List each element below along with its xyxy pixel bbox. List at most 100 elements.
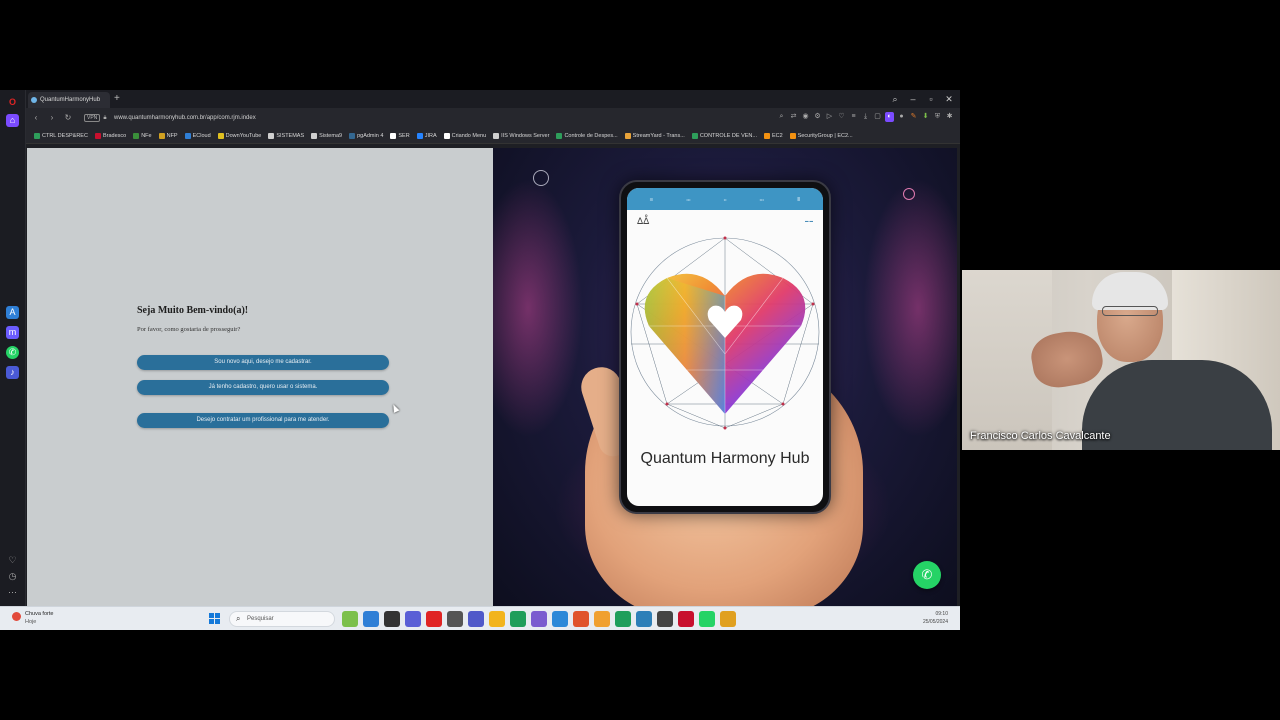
workspace-icon[interactable]: ⌂ (6, 114, 19, 127)
bookmark-item[interactable]: CONTROLE DE VEN... (691, 132, 757, 139)
browser-window: O ⌂ A m ✆ ♪ ♡ ◷ ⋯ QuantumHarmonyHub + ⌕ … (0, 90, 960, 630)
bookmark-item[interactable]: SISTEMAS (268, 132, 304, 139)
taskbar-app-icon[interactable] (657, 611, 673, 627)
bookmark-item[interactable]: ECloud (184, 132, 211, 139)
opera-logo-icon[interactable]: O (6, 96, 19, 109)
profile-icon[interactable]: ◐ (885, 112, 894, 122)
taskbar-app-icon[interactable] (384, 611, 400, 627)
bookmark-favicon-icon (184, 132, 191, 139)
bookmark-item[interactable]: Sistema9 (311, 132, 342, 139)
taskbar-app-icon[interactable] (615, 611, 631, 627)
taskbar-app-icon[interactable] (678, 611, 694, 627)
weather-icon (12, 612, 21, 621)
app-nav-dot: ••• (759, 196, 764, 202)
music-icon[interactable]: ♪ (6, 366, 19, 379)
history-icon[interactable]: ◷ (6, 570, 19, 583)
tab-quantumharmonyhub[interactable]: QuantumHarmonyHub (28, 92, 110, 108)
menu-lines-icon[interactable]: ≡ (849, 112, 858, 122)
taskbar-app-icon[interactable] (510, 611, 526, 627)
whatsapp-button[interactable]: ✆ (913, 561, 941, 589)
system-clock[interactable]: 09:10 25/05/2024 (923, 610, 948, 626)
start-button-icon[interactable] (209, 613, 220, 624)
taskbar-app-icon[interactable] (720, 611, 736, 627)
bookmark-item[interactable]: IIS Windows Server (493, 132, 549, 139)
bookmark-item[interactable]: Bradesco (94, 132, 127, 139)
download-icon[interactable]: ⤓ (861, 112, 870, 122)
forward-icon[interactable]: › (46, 112, 58, 124)
new-tab-icon[interactable]: + (114, 92, 120, 106)
taskbar-app-icon[interactable] (426, 611, 442, 627)
bookmark-item[interactable]: DownYouTube (217, 132, 261, 139)
shield-icon[interactable]: ⛨ (933, 112, 942, 122)
bookmark-item[interactable]: StreamYard - Trans... (624, 132, 685, 139)
bookmark-label: Bradesco (102, 132, 127, 139)
extension-puzzle-icon[interactable]: ✱ (945, 112, 954, 122)
welcome-subtitle: Por favor, como gostaria de prosseguir? (137, 326, 241, 333)
more-icon[interactable]: ⋯ (6, 586, 19, 599)
translate-icon[interactable]: ⇄ (789, 112, 798, 122)
login-button[interactable]: Já tenho cadastro, quero usar o sistema. (137, 380, 389, 395)
tab-favicon-icon (31, 97, 37, 103)
bookmark-item[interactable]: NFe (133, 132, 152, 139)
mouse-cursor-icon (390, 403, 400, 413)
bookmarks-bar: CTRL DESP&REC Bradesco NFe NFP ECloud DownYou… (26, 128, 960, 144)
register-button[interactable]: Sou novo aqui, desejo me cadastrar. (137, 355, 389, 370)
bookmark-item[interactable]: Criando Menu (443, 132, 487, 139)
bookmark-item[interactable]: pgAdmin 4 (349, 132, 383, 139)
zoom-icon[interactable]: ⌕ (777, 112, 786, 122)
bookmark-item[interactable]: EC2 (763, 132, 783, 139)
whatsapp-sidebar-icon[interactable]: ✆ (6, 346, 19, 359)
bookmark-item[interactable]: Controle de Despes... (556, 132, 618, 139)
bookmark-item[interactable]: JIRA (416, 132, 437, 139)
taskbar-app-icon[interactable] (699, 611, 715, 627)
atom-icon (533, 170, 549, 186)
circle-icon[interactable]: ● (897, 112, 906, 122)
settings-icon[interactable]: ⚙ (813, 112, 822, 122)
search-tabs-icon[interactable]: ⌕ (886, 90, 904, 108)
taskbar-app-icon[interactable] (342, 611, 358, 627)
brush-icon[interactable]: ✎ (909, 112, 918, 122)
bookmark-item[interactable]: CTRL DESP&REC (34, 132, 88, 139)
heart-icon[interactable]: ♡ (6, 554, 19, 567)
ai-icon[interactable]: A (6, 306, 19, 319)
reload-icon[interactable]: ↻ (62, 112, 74, 124)
box-icon[interactable]: ▢ (873, 112, 882, 122)
messenger-icon[interactable]: m (6, 326, 19, 339)
taskbar-app-icon[interactable] (468, 611, 484, 627)
bookmark-label: SecurityGroup | EC2... (797, 132, 853, 139)
taskbar-app-icon[interactable] (489, 611, 505, 627)
taskbar-app-icon[interactable] (531, 611, 547, 627)
bookmark-item[interactable]: NFP (158, 132, 178, 139)
bookmark-label: Criando Menu (451, 132, 487, 139)
bookmark-item[interactable]: SecurityGroup | EC2... (789, 132, 853, 139)
bookmark-item[interactable]: SER (390, 132, 410, 139)
hire-professional-button[interactable]: Desejo contratar um profissional para me… (137, 413, 389, 428)
taskbar-app-icon[interactable] (594, 611, 610, 627)
taskbar-app-icon[interactable] (573, 611, 589, 627)
windows-taskbar: Chuva forte Hoje ⌕ Pesquisar 09:10 25/05… (0, 606, 960, 630)
bookmark-label: SER (398, 132, 410, 139)
taskbar-app-icon[interactable] (636, 611, 652, 627)
taskbar-app-icon[interactable] (447, 611, 463, 627)
webcam-name-label: Francisco Carlos Cavalcante (970, 430, 1111, 442)
vpn-badge[interactable]: VPN (84, 114, 101, 122)
bookmark-favicon-icon (691, 132, 698, 139)
taskbar-app-icon[interactable] (552, 611, 568, 627)
camera-icon[interactable]: ◉ (801, 112, 810, 122)
bookmark-label: NFe (141, 132, 152, 139)
bookmark-favicon-icon (34, 132, 40, 139)
taskbar-search[interactable]: ⌕ Pesquisar (229, 611, 335, 627)
back-icon[interactable]: ‹ (30, 112, 42, 124)
maximize-icon[interactable]: ▫ (922, 90, 940, 108)
url-field[interactable]: www.quantumharmonyhub.com.br/app/com.rjm… (114, 113, 256, 123)
left-hand-glow (493, 178, 583, 438)
minimize-icon[interactable]: – (904, 90, 922, 108)
taskbar-app-icon[interactable] (363, 611, 379, 627)
play-icon[interactable]: ▷ (825, 112, 834, 122)
taskbar-app-icon[interactable] (405, 611, 421, 627)
heart-outline-icon[interactable]: ♡ (837, 112, 846, 122)
close-icon[interactable]: ✕ (940, 90, 958, 108)
download-green-icon[interactable]: ⬇ (921, 112, 930, 122)
clock-time: 09:10 (935, 611, 948, 617)
bookmark-favicon-icon (158, 132, 165, 139)
